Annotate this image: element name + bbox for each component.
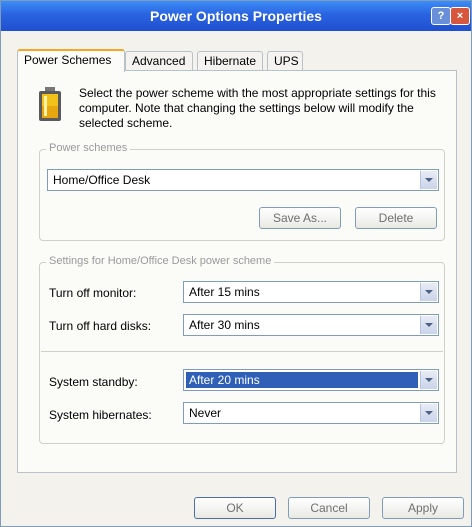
cancel-button[interactable]: Cancel [288,497,370,519]
tab-ups[interactable]: UPS [267,51,303,71]
hard-disks-label: Turn off hard disks: [49,319,152,333]
chevron-down-icon[interactable] [420,316,437,334]
chevron-down-icon[interactable] [420,283,437,301]
settings-legend: Settings for Home/Office Desk power sche… [46,255,275,267]
question-icon: ? [437,10,445,22]
hibernate-value: Never [189,406,222,420]
power-schemes-legend: Power schemes [46,142,131,154]
title-bar[interactable]: Power Options Properties ? × [1,1,471,31]
save-as-button[interactable]: Save As... [259,207,341,229]
hard-disks-value: After 30 mins [189,318,260,332]
close-icon: × [456,10,464,22]
close-button[interactable]: × [450,7,470,25]
dialog-window: Power Options Properties ? × Power Schem… [0,0,472,527]
standby-value: After 20 mins [189,373,260,387]
standby-label: System standby: [49,375,138,389]
battery-icon [39,87,61,121]
hibernate-select[interactable]: Never [183,402,439,424]
chevron-down-icon[interactable] [420,171,437,189]
monitor-value: After 15 mins [189,285,260,299]
intro-text: Select the power scheme with the most ap… [79,86,436,130]
hibernate-label: System hibernates: [49,408,152,422]
standby-select[interactable]: After 20 mins [183,369,439,391]
apply-button[interactable]: Apply [382,497,464,519]
settings-divider [41,351,443,352]
monitor-select[interactable]: After 15 mins [183,281,439,303]
help-button[interactable]: ? [431,7,451,25]
chevron-down-icon[interactable] [420,371,437,389]
window-title: Power Options Properties [150,8,322,24]
power-scheme-select[interactable]: Home/Office Desk [47,169,439,191]
chevron-down-icon[interactable] [420,404,437,422]
tab-power-schemes[interactable]: Power Schemes [17,49,125,72]
ok-button[interactable]: OK [194,497,276,519]
delete-button[interactable]: Delete [355,207,437,229]
tab-hibernate[interactable]: Hibernate [197,51,263,71]
power-scheme-value: Home/Office Desk [53,173,151,187]
hard-disks-select[interactable]: After 30 mins [183,314,439,336]
tab-advanced[interactable]: Advanced [125,51,193,71]
monitor-label: Turn off monitor: [49,286,137,300]
